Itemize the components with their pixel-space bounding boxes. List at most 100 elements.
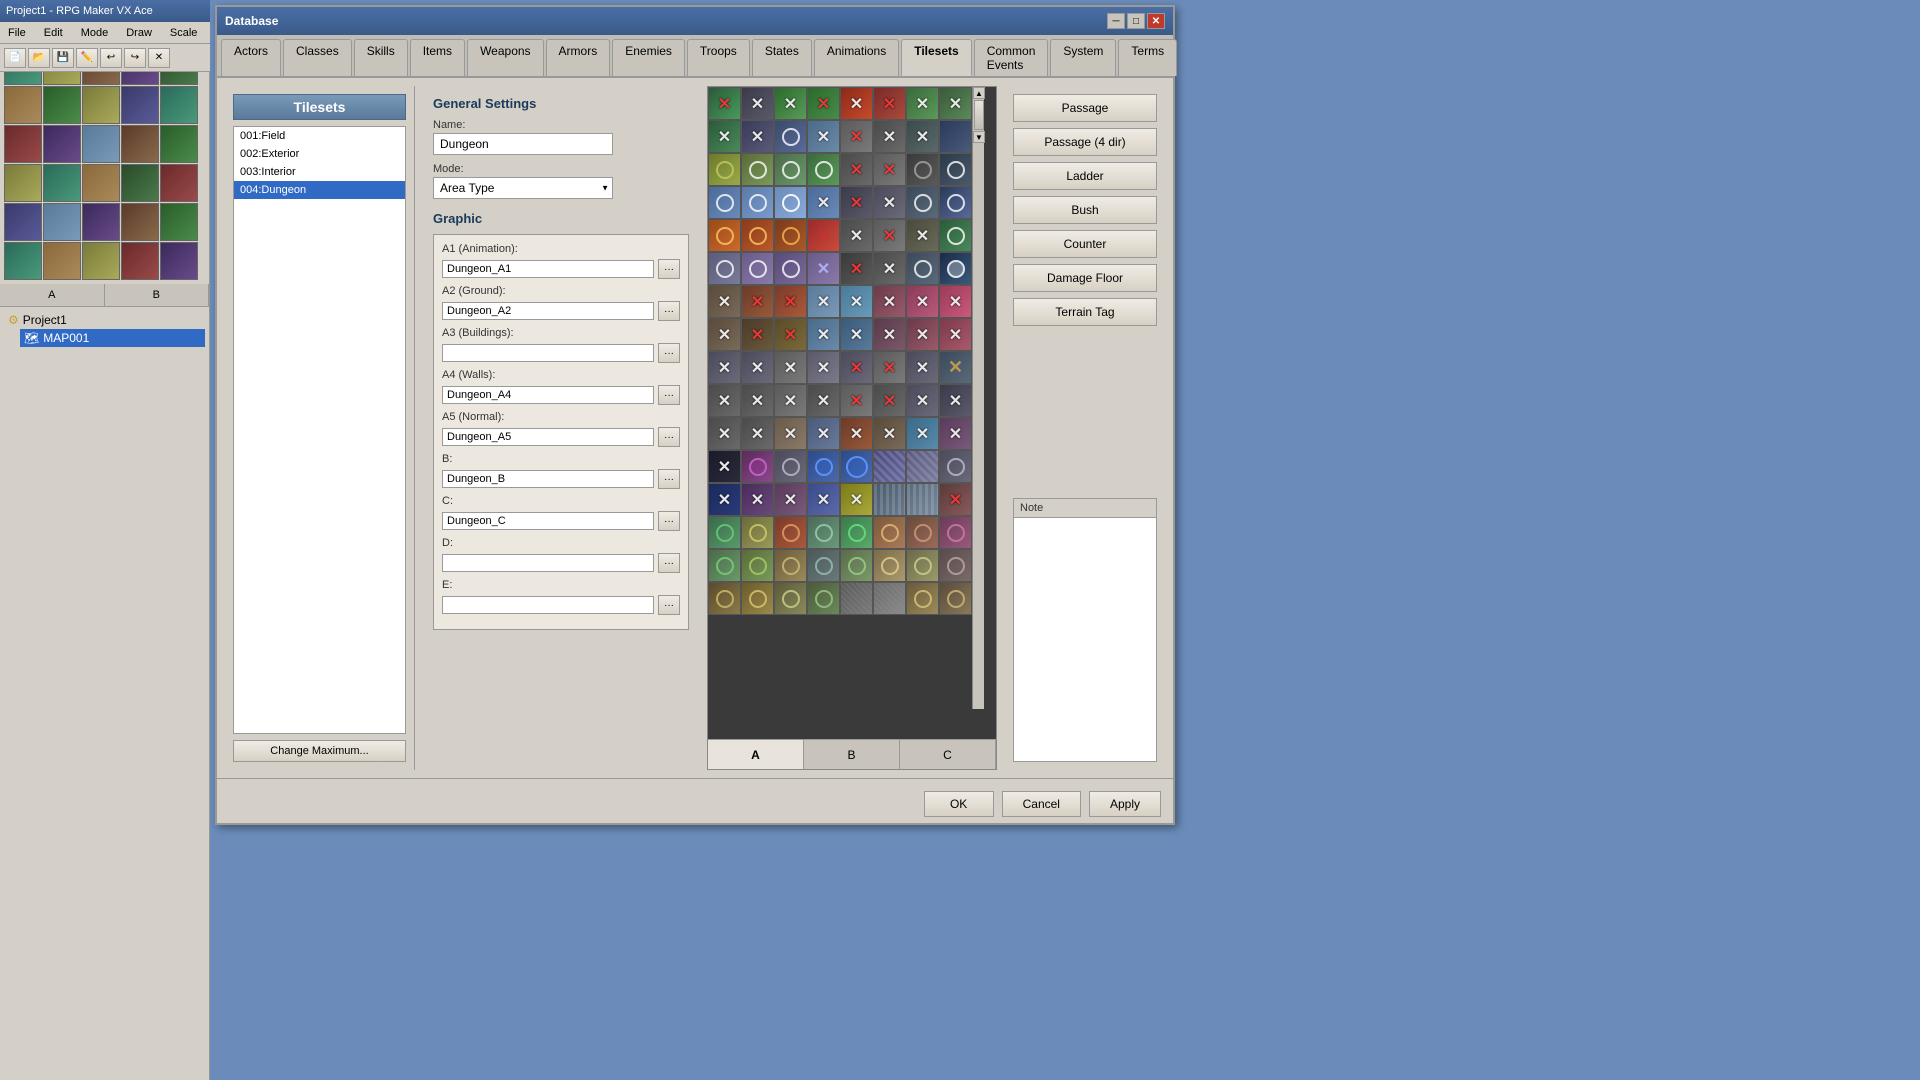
scrollbar-up-btn[interactable]: ▲ bbox=[973, 87, 985, 99]
dialog-close-btn[interactable]: ✕ bbox=[1147, 13, 1165, 29]
tab-weapons[interactable]: Weapons bbox=[467, 39, 543, 76]
tile-r14c2 bbox=[741, 516, 774, 549]
scrollbar-thumb[interactable] bbox=[974, 100, 984, 130]
tileset-scrollbar[interactable]: ▲ ▼ bbox=[972, 87, 984, 709]
tile-cell bbox=[4, 125, 42, 163]
tileset-canvas[interactable]: ✕ ✕ ✕ ✕ ✕ ✕ ✕ ✕ ✕ ✕ ✕ ✕ ✕ ✕ bbox=[708, 87, 996, 739]
change-maximum-btn[interactable]: Change Maximum... bbox=[233, 740, 406, 762]
a5-input[interactable] bbox=[442, 428, 654, 446]
tile-r14c1 bbox=[708, 516, 741, 549]
menu-mode[interactable]: Mode bbox=[77, 25, 113, 41]
tile-r9c5: ✕ bbox=[840, 351, 873, 384]
passage-btn[interactable]: Passage bbox=[1013, 94, 1157, 122]
d-input[interactable] bbox=[442, 554, 654, 572]
a2-input[interactable] bbox=[442, 302, 654, 320]
tab-skills[interactable]: Skills bbox=[354, 39, 408, 76]
left-tab-b[interactable]: B bbox=[105, 284, 210, 306]
tile-r2c4: ✕ bbox=[807, 120, 840, 153]
tab-terms[interactable]: Terms bbox=[1118, 39, 1177, 76]
c-browse-btn[interactable]: ··· bbox=[658, 511, 680, 531]
list-item-003[interactable]: 003:Interior bbox=[234, 163, 405, 181]
tileset-tab-a[interactable]: A bbox=[708, 740, 804, 769]
ok-btn[interactable]: OK bbox=[924, 791, 994, 817]
b-browse-btn[interactable]: ··· bbox=[658, 469, 680, 489]
tile-r3c3 bbox=[774, 153, 807, 186]
tile-r1c5: ✕ bbox=[840, 87, 873, 120]
c-input[interactable] bbox=[442, 512, 654, 530]
left-tab-a[interactable]: A bbox=[0, 284, 105, 306]
bush-btn[interactable]: Bush bbox=[1013, 196, 1157, 224]
tab-common-events[interactable]: Common Events bbox=[974, 39, 1049, 76]
tile-r6c2 bbox=[741, 252, 774, 285]
b-row: B: ··· bbox=[442, 453, 680, 489]
counter-btn[interactable]: Counter bbox=[1013, 230, 1157, 258]
toolbar-btn-6[interactable]: ↪ bbox=[124, 48, 146, 68]
menu-draw[interactable]: Draw bbox=[122, 25, 156, 41]
map-item[interactable]: 🗺 MAP001 bbox=[20, 329, 205, 347]
e-browse-btn[interactable]: ··· bbox=[658, 595, 680, 615]
toolbar-btn-4[interactable]: ✏️ bbox=[76, 48, 98, 68]
tile-r4c3 bbox=[774, 186, 807, 219]
cancel-btn[interactable]: Cancel bbox=[1002, 791, 1081, 817]
list-items[interactable]: 001:Field 002:Exterior 003:Interior 004:… bbox=[233, 126, 406, 734]
e-field: ··· bbox=[442, 595, 680, 615]
tile-r8c8: ✕ bbox=[939, 318, 972, 351]
tab-troops[interactable]: Troops bbox=[687, 39, 750, 76]
a5-browse-btn[interactable]: ··· bbox=[658, 427, 680, 447]
toolbar-btn-2[interactable]: 📂 bbox=[28, 48, 50, 68]
b-input[interactable] bbox=[442, 470, 654, 488]
database-dialog: Database ─ □ ✕ Actors Classes Skills Ite… bbox=[215, 5, 1175, 825]
a3-input[interactable] bbox=[442, 344, 654, 362]
terrain-tag-btn[interactable]: Terrain Tag bbox=[1013, 298, 1157, 326]
passage-4dir-btn[interactable]: Passage (4 dir) bbox=[1013, 128, 1157, 156]
tile-r9c2: ✕ bbox=[741, 351, 774, 384]
name-input[interactable] bbox=[433, 133, 613, 155]
ladder-btn[interactable]: Ladder bbox=[1013, 162, 1157, 190]
list-item-004[interactable]: 004:Dungeon bbox=[234, 181, 405, 199]
a2-browse-btn[interactable]: ··· bbox=[658, 301, 680, 321]
apply-btn[interactable]: Apply bbox=[1089, 791, 1161, 817]
tab-classes[interactable]: Classes bbox=[283, 39, 352, 76]
a3-browse-btn[interactable]: ··· bbox=[658, 343, 680, 363]
tile-cell bbox=[82, 242, 120, 280]
toolbar-btn-5[interactable]: ↩ bbox=[100, 48, 122, 68]
damage-floor-btn[interactable]: Damage Floor bbox=[1013, 264, 1157, 292]
toolbar-btn-3[interactable]: 💾 bbox=[52, 48, 74, 68]
tab-items[interactable]: Items bbox=[410, 39, 465, 76]
a1-browse-btn[interactable]: ··· bbox=[658, 259, 680, 279]
menu-edit[interactable]: Edit bbox=[40, 25, 67, 41]
tileset-tab-b[interactable]: B bbox=[804, 740, 900, 769]
list-item-001[interactable]: 001:Field bbox=[234, 127, 405, 145]
a4-input[interactable] bbox=[442, 386, 654, 404]
tab-animations[interactable]: Animations bbox=[814, 39, 899, 76]
tab-actors[interactable]: Actors bbox=[221, 39, 281, 76]
note-textarea[interactable] bbox=[1014, 518, 1156, 758]
tab-enemies[interactable]: Enemies bbox=[612, 39, 685, 76]
list-item-002[interactable]: 002:Exterior bbox=[234, 145, 405, 163]
tile-r6c3 bbox=[774, 252, 807, 285]
scrollbar-down-btn[interactable]: ▼ bbox=[973, 131, 985, 143]
a4-label: A4 (Walls): bbox=[442, 369, 680, 381]
mode-select[interactable]: Area Type World bbox=[433, 177, 613, 199]
tab-armors[interactable]: Armors bbox=[546, 39, 611, 76]
dialog-minimize-btn[interactable]: ─ bbox=[1107, 13, 1125, 29]
menu-file[interactable]: File bbox=[4, 25, 30, 41]
toolbar-btn-1[interactable]: 📄 bbox=[4, 48, 26, 68]
list-item-012[interactable] bbox=[234, 241, 405, 247]
mode-field-row: Mode: Area Type World ▼ bbox=[433, 163, 689, 199]
tile-r16c6 bbox=[873, 582, 906, 615]
toolbar-btn-7[interactable]: ✕ bbox=[148, 48, 170, 68]
tileset-tab-c[interactable]: C bbox=[900, 740, 996, 769]
tab-system[interactable]: System bbox=[1050, 39, 1116, 76]
tab-states[interactable]: States bbox=[752, 39, 812, 76]
project-root[interactable]: ⚙ Project1 bbox=[4, 311, 205, 329]
tile-r1c2: ✕ bbox=[741, 87, 774, 120]
tile-r11c4: ✕ bbox=[807, 417, 840, 450]
e-input[interactable] bbox=[442, 596, 654, 614]
d-browse-btn[interactable]: ··· bbox=[658, 553, 680, 573]
a4-browse-btn[interactable]: ··· bbox=[658, 385, 680, 405]
dialog-maximize-btn[interactable]: □ bbox=[1127, 13, 1145, 29]
tab-tilesets[interactable]: Tilesets bbox=[901, 39, 971, 76]
menu-scale[interactable]: Scale bbox=[166, 25, 202, 41]
a1-input[interactable] bbox=[442, 260, 654, 278]
